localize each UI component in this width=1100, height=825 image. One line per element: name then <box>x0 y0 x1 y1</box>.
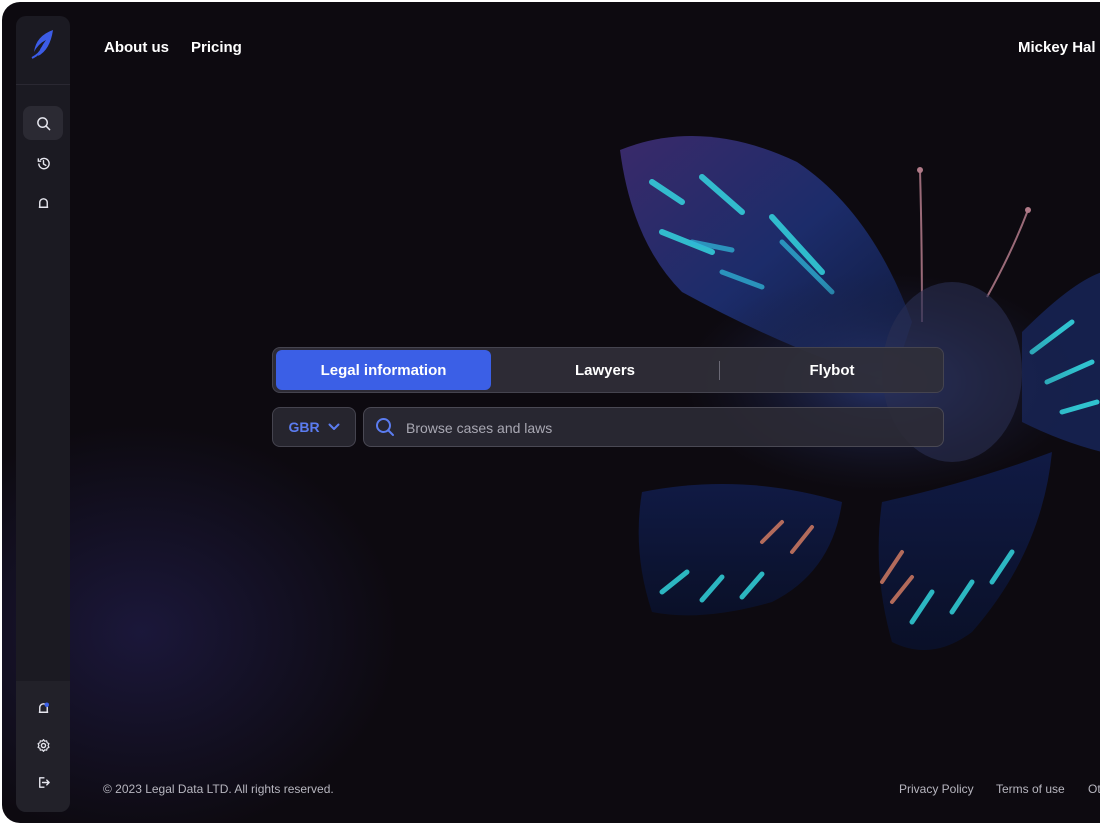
sidebar-search-button[interactable] <box>23 106 63 140</box>
search-icon <box>36 116 50 130</box>
sidebar-bell-button[interactable] <box>23 186 63 220</box>
app-logo[interactable] <box>28 28 58 62</box>
history-icon <box>37 157 50 169</box>
search-mode-tabs: Legal information Lawyers Flybot <box>272 347 944 393</box>
footer-terms-of-use-link[interactable]: Terms of use <box>996 782 1065 796</box>
bell-icon <box>38 197 48 208</box>
search-input[interactable] <box>404 408 928 448</box>
footer-other-link[interactable]: Ot <box>1088 782 1100 796</box>
nav-about-us-link[interactable]: About us <box>104 39 169 56</box>
sidebar-bottom-group <box>16 681 70 812</box>
logout-icon <box>38 776 50 788</box>
settings-gear-icon <box>36 738 50 752</box>
sidebar-logout-button[interactable] <box>23 765 63 799</box>
tab-legal-information[interactable]: Legal information <box>276 350 491 390</box>
footer-copyright: © 2023 Legal Data LTD. All rights reserv… <box>103 782 334 796</box>
search-icon <box>376 418 394 436</box>
sidebar-notifications-button[interactable] <box>23 691 63 725</box>
sidebar-history-button[interactable] <box>23 146 63 180</box>
sidebar-logo-area <box>16 16 70 85</box>
search-box <box>363 407 944 448</box>
sidebar-settings-button[interactable] <box>23 728 63 762</box>
chevron-down-icon <box>328 423 340 430</box>
footer-privacy-policy-link[interactable]: Privacy Policy <box>899 782 974 796</box>
user-name-menu[interactable]: Mickey Hal <box>1018 39 1096 56</box>
tab-flybot[interactable]: Flybot <box>723 350 941 390</box>
sidebar <box>16 16 70 812</box>
app-window: About us Pricing Mickey Hal Legal inform… <box>2 2 1100 823</box>
country-selector[interactable]: GBR <box>272 407 356 447</box>
notification-bell-icon <box>38 702 49 713</box>
country-selector-value: GBR <box>288 419 320 435</box>
nav-pricing-link[interactable]: Pricing <box>191 39 242 56</box>
tab-lawyers[interactable]: Lawyers <box>495 350 715 390</box>
tab-divider <box>719 361 720 380</box>
